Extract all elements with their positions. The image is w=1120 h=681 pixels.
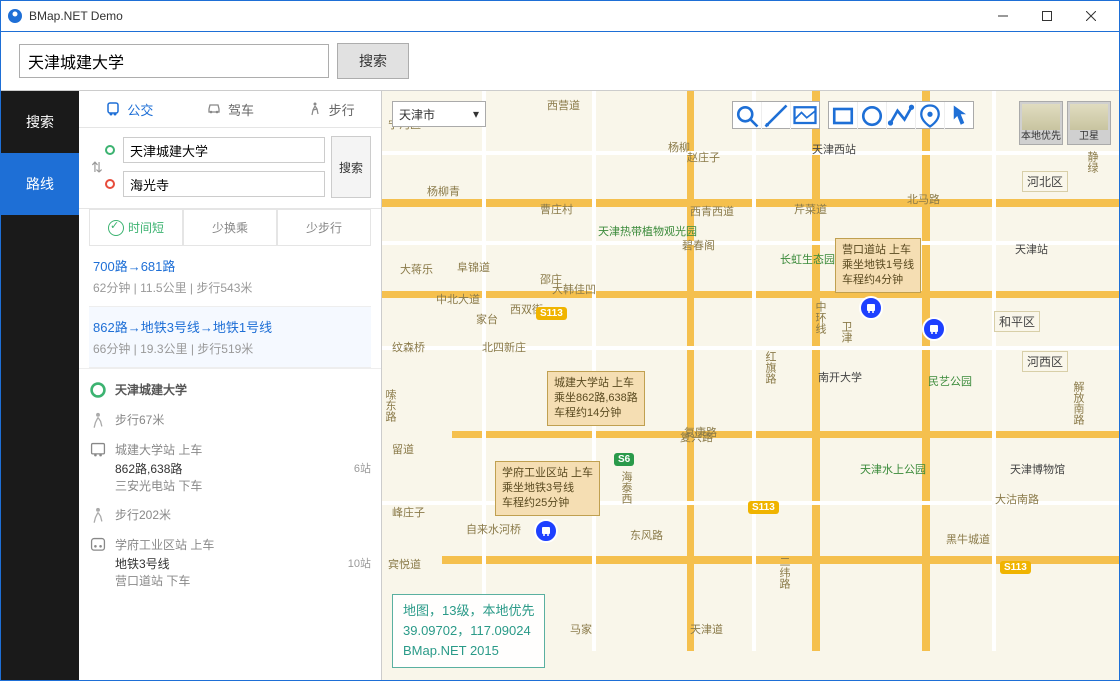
route-steps: 天津城建大学 步行67米 城建大学站 上车 862路,638路 三安光电站 下车… (79, 368, 381, 595)
bus-icon (105, 101, 121, 117)
left-nav: 搜索 路线 (1, 91, 79, 680)
transit-stop-icon (859, 296, 883, 320)
screenshot-tool-icon[interactable] (791, 102, 819, 130)
transit-stop-icon (922, 317, 946, 341)
origin-icon (89, 381, 107, 399)
nav-search[interactable]: 搜索 (1, 91, 79, 153)
app-icon (7, 8, 23, 24)
search-bar: 搜索 (1, 32, 1119, 91)
map-tooltip: 城建大学站 上车乘坐862路,638路车程约14分钟 (547, 371, 645, 426)
chevron-down-icon: ▾ (473, 107, 479, 121)
walk-step-icon (89, 506, 107, 524)
city-select[interactable]: 天津市 ▾ (392, 101, 486, 127)
dest-input[interactable] (123, 171, 325, 197)
minimize-button[interactable] (981, 2, 1025, 30)
subway-step-icon (89, 536, 107, 554)
walk-step-icon (89, 411, 107, 429)
ruler-tool-icon[interactable] (762, 102, 791, 130)
sort-time[interactable]: 时间短 (89, 209, 183, 245)
map-toolbar (732, 101, 974, 129)
pointer-tool-icon[interactable] (945, 102, 973, 130)
mode-walk[interactable]: 步行 (307, 100, 355, 119)
zoom-tool-icon[interactable] (733, 102, 762, 130)
layer-switch: 本地优先 卫星 (1019, 101, 1111, 145)
sort-transfer[interactable]: 少换乘 (183, 209, 277, 245)
circle-draw-icon[interactable] (858, 102, 887, 130)
map-canvas[interactable]: 宁河区 西青道 杨柳青 西营道 曹庄村 杨柳 天津西站 赵庄子 西青西道 芹菜道… (382, 91, 1119, 680)
mode-transit[interactable]: 公交 (105, 100, 153, 119)
sort-tabs: 时间短 少换乘 少步行 (89, 209, 371, 246)
search-button[interactable]: 搜索 (337, 43, 409, 79)
polyline-draw-icon[interactable] (887, 102, 916, 130)
mode-drive[interactable]: 驾车 (206, 100, 254, 119)
route-option[interactable]: 700路→681路 62分钟 | 11.5公里 | 步行543米 (89, 246, 371, 307)
origin-input[interactable] (123, 137, 325, 163)
map-status: 地图，13级，本地优先 39.09702，117.09024 BMap.NET … (392, 594, 545, 668)
layer-local[interactable]: 本地优先 (1019, 101, 1063, 145)
dest-dot-icon (105, 179, 115, 189)
window-title: BMap.NET Demo (29, 9, 981, 23)
route-search-button[interactable]: 搜索 (331, 136, 371, 198)
close-button[interactable] (1069, 2, 1113, 30)
maximize-button[interactable] (1025, 2, 1069, 30)
sort-walk[interactable]: 少步行 (277, 209, 371, 245)
titlebar: BMap.NET Demo (1, 1, 1119, 32)
origin-dot-icon (105, 145, 115, 155)
car-icon (206, 101, 222, 117)
route-option[interactable]: 862路→地铁3号线→地铁1号线 66分钟 | 19.3公里 | 步行519米 (89, 307, 371, 368)
travel-modes: 公交 驾车 步行 (79, 91, 381, 128)
bus-step-icon (89, 441, 107, 459)
route-panel: 公交 驾车 步行 ⇅ 搜索 时间短 (79, 91, 382, 680)
rect-draw-icon[interactable] (829, 102, 858, 130)
walk-icon (307, 101, 323, 117)
search-input[interactable] (19, 44, 329, 78)
map-tooltip: 营口道站 上车乘坐地铁1号线车程约4分钟 (835, 238, 921, 293)
map-tooltip: 学府工业区站 上车乘坐地铁3号线车程约25分钟 (495, 461, 600, 516)
layer-satellite[interactable]: 卫星 (1067, 101, 1111, 145)
transit-stop-icon (534, 519, 558, 543)
swap-icon[interactable]: ⇅ (89, 159, 105, 176)
marker-draw-icon[interactable] (916, 102, 945, 130)
nav-route[interactable]: 路线 (1, 153, 79, 215)
